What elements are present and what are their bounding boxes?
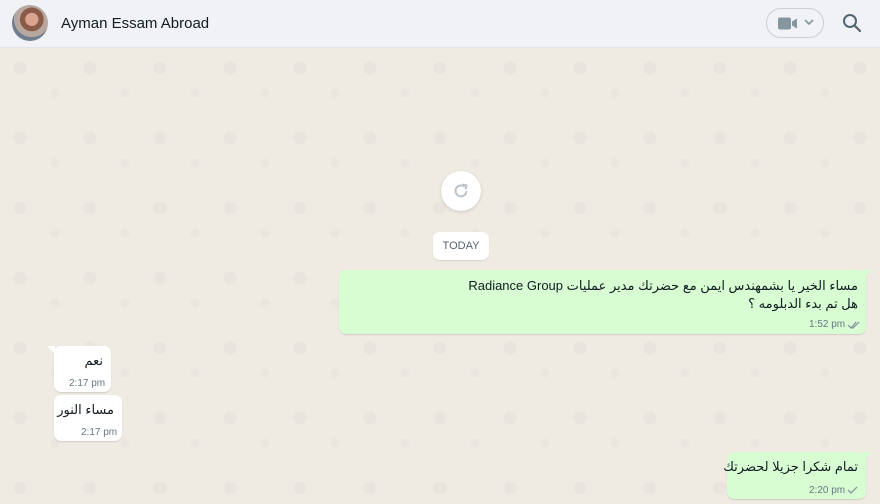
incoming-message[interactable]: نعم 2:17 pm (54, 346, 111, 392)
refresh-icon (454, 183, 468, 198)
incoming-message[interactable]: مساء النور 2:17 pm (54, 395, 122, 441)
message-text-line: تمام شكرا جزيلا لحضرتك (723, 459, 858, 474)
contact-avatar[interactable] (12, 5, 48, 41)
message-time: 2:17 pm (81, 427, 118, 438)
load-older-messages-button[interactable] (441, 171, 481, 211)
message-time: 2:20 pm (809, 485, 846, 496)
chevron-down-icon (804, 19, 814, 26)
double-check-icon (847, 321, 860, 329)
chat-header: Ayman Essam Abroad (0, 0, 880, 48)
date-separator: TODAY (433, 232, 489, 260)
message-text-line: هل تم بدء الدبلومه ؟ (748, 296, 858, 311)
message-text-line: مساء الخير يا بشمهندس ايمن مع حضرتك مدير… (468, 278, 858, 293)
search-icon (843, 14, 862, 33)
outgoing-message[interactable]: تمام شكرا جزيلا لحضرتك 2:20 pm (723, 452, 866, 499)
bubble-tail (864, 452, 872, 460)
check-icon (847, 486, 858, 494)
outgoing-message[interactable]: مساء الخير يا بشمهندس ايمن مع حضرتك مدير… (339, 270, 866, 334)
message-text-line: مساء النور (57, 402, 114, 417)
contact-name[interactable]: Ayman Essam Abroad (61, 15, 209, 32)
search-button[interactable] (842, 13, 862, 33)
message-text-line: نعم (84, 353, 103, 368)
message-time: 2:17 pm (69, 378, 106, 389)
video-camera-icon (778, 17, 797, 30)
bubble-tail (864, 270, 872, 278)
chat-panel[interactable]: TODAY مساء الخير يا بشمهندس ايمن مع حضرت… (0, 48, 880, 504)
message-time: 1:52 pm (809, 319, 846, 330)
video-call-button[interactable] (766, 8, 824, 38)
